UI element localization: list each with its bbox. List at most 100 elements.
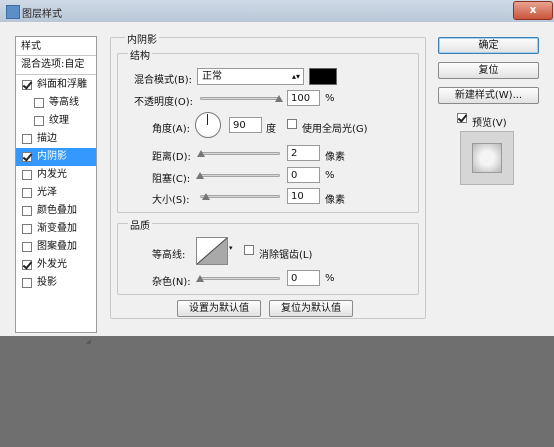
reset-default-button[interactable]: 复位为默认值 [269,300,353,317]
quality-group-title: 品质 [128,217,152,232]
noise-input[interactable]: 0 [287,270,320,286]
contour-preview[interactable] [196,237,228,265]
anti-alias-checkbox[interactable] [244,245,254,255]
sidebar-item-label: 图案叠加 [37,241,77,252]
sidebar-item-label: 光泽 [37,187,57,198]
contour-curve-icon [197,238,227,264]
choke-slider-thumb[interactable] [196,172,204,179]
angle-needle-icon [207,114,208,125]
opacity-label: 不透明度(O): [134,97,194,108]
size-slider-track[interactable] [200,195,280,198]
angle-unit: 度 [266,124,276,135]
app-icon [6,5,20,19]
blend-mode-value: 正常 [202,71,222,82]
choke-label: 阻塞(C): [152,174,191,185]
gradient-overlay-checkbox[interactable] [22,224,32,234]
ok-button[interactable]: 确定 [438,37,539,54]
chevron-updown-icon: ▴▾ [291,72,300,81]
choke-unit: % [325,170,335,181]
outer-glow-checkbox[interactable] [22,260,32,270]
sidebar-item-texture[interactable]: 纹理 [16,112,96,130]
opacity-unit: % [325,93,335,104]
opacity-slider-track[interactable] [200,97,280,100]
pattern-overlay-checkbox[interactable] [22,242,32,252]
blend-options-item[interactable]: 混合选项:自定 [16,56,96,74]
new-style-button[interactable]: 新建样式(W)... [438,87,539,104]
size-unit: 像素 [325,195,345,206]
contour-dropdown-icon[interactable]: ▾ [229,244,233,252]
close-button[interactable]: x [513,1,553,20]
sidebar-item-inner-shadow[interactable]: 内阴影 [16,148,96,166]
sidebar-item-label: 等高线 [49,97,79,108]
noise-label: 杂色(N): [152,277,191,288]
sidebar-item-label: 斜面和浮雕 [37,79,87,90]
sidebar-item-bevel-emboss[interactable]: 斜面和浮雕 [16,76,96,94]
noise-slider-thumb[interactable] [196,275,204,282]
title-bar: 图层样式 x [0,0,554,23]
style-list: 样式 混合选项:自定 斜面和浮雕 等高线 纹理 描边 内阴影 内发光 光泽 颜色… [15,36,97,333]
angle-input[interactable]: 90 [229,117,262,133]
window-title: 图层样式 [22,9,62,20]
bevel-emboss-checkbox[interactable] [22,80,32,90]
inner-shadow-checkbox[interactable] [22,152,32,162]
sidebar-item-outer-glow[interactable]: 外发光 [16,256,96,274]
style-list-header[interactable]: 样式 [16,38,96,56]
satin-checkbox[interactable] [22,188,32,198]
size-input[interactable]: 10 [287,188,320,204]
global-light-label: 使用全局光(G) [302,124,368,135]
distance-slider-thumb[interactable] [197,150,205,157]
inner-glow-checkbox[interactable] [22,170,32,180]
sidebar-item-inner-glow[interactable]: 内发光 [16,166,96,184]
distance-label: 距离(D): [152,152,191,163]
blend-mode-select[interactable]: 正常 ▴▾ [197,68,304,85]
sidebar-item-color-overlay[interactable]: 颜色叠加 [16,202,96,220]
distance-input[interactable]: 2 [287,145,320,161]
sidebar-item-satin[interactable]: 光泽 [16,184,96,202]
sidebar-item-label: 渐变叠加 [37,223,77,234]
choke-input[interactable]: 0 [287,167,320,183]
style-list-header-label: 样式 [21,41,41,52]
preview-label: 预览(V) [472,118,507,129]
size-label: 大小(S): [152,195,190,206]
angle-label: 角度(A): [152,124,191,135]
stroke-checkbox[interactable] [22,134,32,144]
preview-checkbox[interactable] [457,113,467,123]
set-default-button[interactable]: 设置为默认值 [177,300,261,317]
opacity-input[interactable]: 100 [287,90,320,106]
sidebar-item-drop-shadow[interactable]: 投影 [16,274,96,292]
sidebar-item-contour[interactable]: 等高线 [16,94,96,112]
noise-slider-track[interactable] [200,277,280,280]
divider [16,74,96,75]
sidebar-item-label: 投影 [37,277,57,288]
contour-label: 等高线: [152,250,186,261]
reset-button[interactable]: 复位 [438,62,539,79]
global-light-checkbox[interactable] [287,119,297,129]
inner-shadow-group-title: 内阴影 [125,31,159,46]
color-overlay-checkbox[interactable] [22,206,32,216]
sidebar-item-gradient-overlay[interactable]: 渐变叠加 [16,220,96,238]
choke-slider-track[interactable] [200,174,280,177]
style-preview-swatch [472,143,502,173]
contour-checkbox[interactable] [34,98,44,108]
shadow-color-swatch[interactable] [309,68,337,85]
sidebar-item-stroke[interactable]: 描边 [16,130,96,148]
distance-unit: 像素 [325,152,345,163]
noise-unit: % [325,273,335,284]
opacity-slider-thumb[interactable] [275,95,283,102]
size-slider-thumb[interactable] [202,193,210,200]
sidebar-item-label: 内发光 [37,169,67,180]
drop-shadow-checkbox[interactable] [22,278,32,288]
blend-options-label: 混合选项:自定 [21,59,85,70]
sidebar-item-label: 颜色叠加 [37,205,77,216]
distance-slider-track[interactable] [200,152,280,155]
sidebar-item-label: 描边 [37,133,57,144]
sidebar-item-pattern-overlay[interactable]: 图案叠加 [16,238,96,256]
resize-grip-icon[interactable]: ◢ [86,338,91,345]
sidebar-item-label: 内阴影 [37,151,67,162]
texture-checkbox[interactable] [34,116,44,126]
structure-group-title: 结构 [128,47,152,62]
sidebar-item-label: 纹理 [49,115,69,126]
anti-alias-label: 消除锯齿(L) [259,250,313,261]
sidebar-item-label: 外发光 [37,259,67,270]
angle-dial[interactable] [195,112,221,138]
